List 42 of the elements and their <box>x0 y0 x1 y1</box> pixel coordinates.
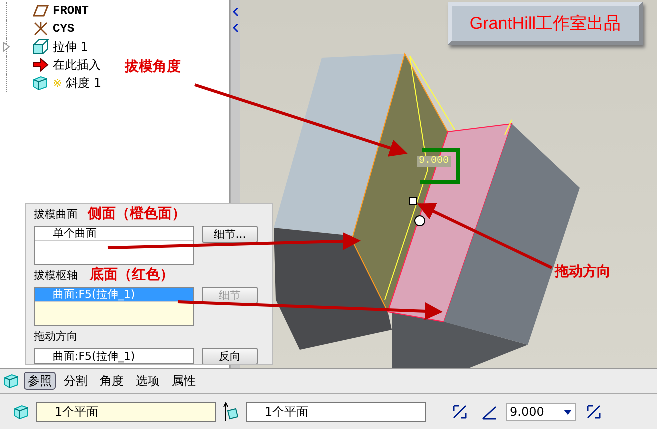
tree-item-label[interactable]: FRONT <box>53 4 90 18</box>
dashboard-tab[interactable]: 属性 <box>168 372 200 390</box>
new-feature-marker: ※ <box>53 76 62 90</box>
draft-surface-field[interactable]: 1个平面 <box>36 402 216 422</box>
coordinate-system-icon <box>33 21 49 37</box>
draft-icon <box>33 75 49 91</box>
annotation-label: 底面（红色） <box>90 266 174 284</box>
surface-list[interactable]: 单个曲面 <box>34 226 194 265</box>
details-button[interactable]: 细节... <box>202 226 258 243</box>
dashboard-tab[interactable]: 参照 <box>24 372 56 390</box>
studio-banner: GrantHill工作室出品 <box>448 2 643 45</box>
annotation-label: 侧面（橙色面） <box>88 205 186 223</box>
dashboard-tab[interactable]: 角度 <box>96 372 128 390</box>
direction-field[interactable]: 曲面:F5(拉伸_1) <box>34 348 194 364</box>
tree-row[interactable]: FRONT <box>6 2 229 20</box>
angle-dropdown[interactable]: 9.000 <box>506 403 576 421</box>
tree-item-label[interactable]: CYS <box>53 22 75 36</box>
box-icon <box>33 39 49 55</box>
annotation-label: 拖动方向 <box>555 263 611 281</box>
tree-row[interactable]: ※ 斜度 1 <box>6 74 229 92</box>
tree-item-label[interactable]: 在此插入 <box>53 56 101 74</box>
tree-item-label[interactable]: 斜度 1 <box>66 74 102 92</box>
flip-arrows-icon[interactable] <box>586 404 602 420</box>
arrow-icon <box>33 58 49 72</box>
list-item[interactable]: 单个曲面 <box>35 227 193 241</box>
dashboard-tab[interactable]: 分割 <box>60 372 92 390</box>
annotation-label: 拔模角度 <box>125 58 181 76</box>
plane-icon <box>33 5 49 17</box>
draft-icon <box>14 404 30 420</box>
tree-item-label[interactable]: 拉伸 1 <box>53 38 88 56</box>
flip-button[interactable]: 反向 <box>202 348 258 364</box>
section-label: 拖动方向 <box>34 330 78 344</box>
section-label: 拔模曲面 <box>34 208 78 222</box>
expand-triangle-icon[interactable] <box>3 42 10 52</box>
flip-arrows-icon[interactable] <box>452 404 468 420</box>
hinge-icon <box>222 402 240 422</box>
draft-icon <box>4 373 20 389</box>
tree-row[interactable]: CYS <box>6 20 229 38</box>
draft-hinge-field[interactable]: 1个平面 <box>246 402 426 422</box>
dashboard-tab[interactable]: 选项 <box>132 372 164 390</box>
section-label: 拔模枢轴 <box>34 269 78 283</box>
caret-down-icon <box>564 410 572 414</box>
